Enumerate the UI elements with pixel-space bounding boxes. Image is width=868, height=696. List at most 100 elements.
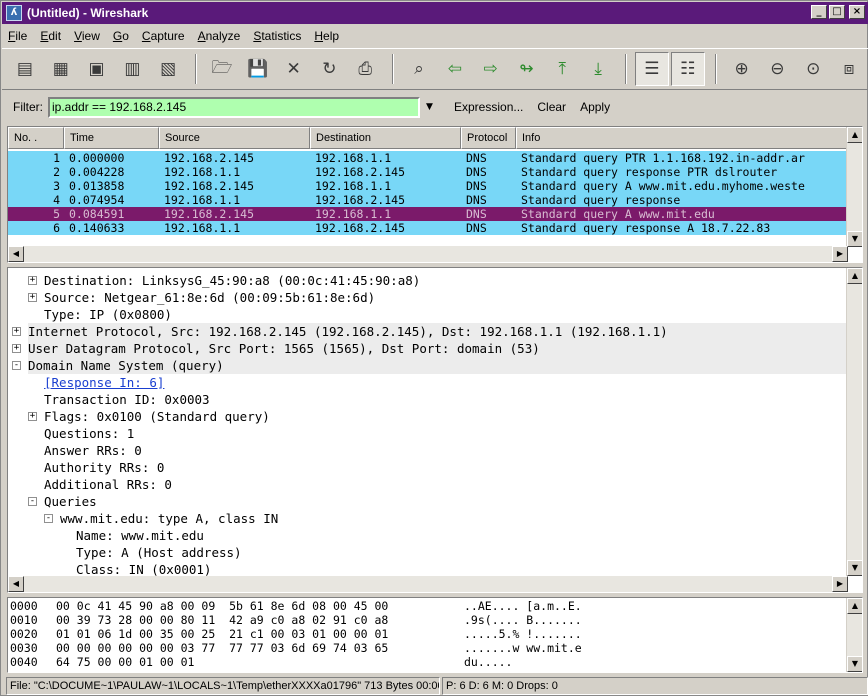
packet-row[interactable]: 4 0.074954 192.168.1.1 192.168.2.145 DNS Stan… [8, 193, 848, 207]
find-packet-button[interactable]: ⌕ [402, 52, 436, 86]
details-vscrollbar[interactable]: ▲ ▼ [846, 268, 862, 576]
close-window-button[interactable]: × [849, 5, 865, 19]
column-time[interactable]: Time [64, 127, 159, 149]
packet-row[interactable]: 6 0.140633 192.168.1.1 192.168.2.145 DNS Stan… [8, 221, 848, 235]
hex-row[interactable]: 0040 64 75 00 00 01 00 01 du..... [8, 656, 838, 669]
scroll-up-arrow-icon[interactable]: ▲ [847, 598, 862, 614]
start-capture-button[interactable]: ▣ [80, 52, 114, 86]
minimize-button[interactable]: _ [811, 5, 827, 19]
menu-statistics[interactable]: Statistics [253, 29, 301, 43]
expand-icon[interactable]: + [28, 276, 37, 285]
go-back-button[interactable]: ⇦ [438, 52, 472, 86]
packet-row[interactable]: 5 0.084591 192.168.2.145 192.168.1.1 DNS Stan… [8, 207, 848, 221]
detail-tree-item[interactable]: Queries [44, 493, 97, 510]
collapse-icon[interactable]: - [12, 361, 21, 370]
detail-tree-item[interactable]: Destination: LinksysG_45:90:a8 (00:0c:41… [44, 272, 420, 289]
detail-tree-item[interactable]: Flags: 0x0100 (Standard query) [44, 408, 270, 425]
packet-details-pane[interactable]: + Destination: LinksysG_45:90:a8 (00:0c:4… [7, 267, 863, 593]
detail-tree-item[interactable]: Questions: 1 [44, 425, 134, 442]
auto-scroll-button[interactable]: ☷ [670, 52, 705, 86]
details-hscrollbar[interactable]: ◀ ▶ [8, 576, 848, 592]
bytes-vscrollbar[interactable]: ▲ ▼ [846, 598, 862, 672]
menu-edit[interactable]: Edit [40, 29, 61, 43]
collapse-icon[interactable]: - [28, 497, 37, 506]
filter-dropdown-icon[interactable]: ▼ [426, 102, 440, 112]
detail-tree-item[interactable]: Type: A (Host address) [76, 544, 242, 561]
normal-size-button[interactable]: ⊙ [796, 52, 830, 86]
apply-filter-button[interactable]: Apply [580, 100, 610, 114]
go-forward-button[interactable]: ⇨ [474, 52, 508, 86]
packet-list-pane[interactable]: No. . Time Source Destination Protocol I… [7, 126, 863, 263]
cell-time: 0.000000 [69, 151, 125, 165]
colorize-button[interactable]: ☰ [635, 52, 669, 86]
restart-capture-button[interactable]: ▧ [151, 52, 185, 86]
detail-tree-item[interactable]: Internet Protocol, Src: 192.168.2.145 (1… [28, 323, 846, 340]
column-no[interactable]: No. . [8, 127, 64, 149]
go-to-packet-button[interactable]: ↬ [510, 52, 544, 86]
hex-row[interactable]: 0010 00 39 73 28 00 00 80 11 42 a9 c0 a8 … [8, 614, 838, 627]
open-file-button[interactable]: 🗁 [205, 52, 239, 86]
expand-icon[interactable]: + [28, 293, 37, 302]
go-last-button[interactable]: ⤓ [581, 52, 615, 86]
column-source[interactable]: Source [159, 127, 310, 149]
scroll-up-arrow-icon[interactable]: ▲ [847, 127, 862, 143]
maximize-button[interactable]: □ [829, 5, 845, 19]
menu-capture[interactable]: Capture [142, 29, 185, 43]
print-button[interactable]: ⎙ [348, 52, 382, 86]
zoom-out-button[interactable]: ⊖ [760, 52, 794, 86]
menu-go[interactable]: Go [113, 29, 129, 43]
column-info[interactable]: Info [516, 127, 848, 149]
detail-tree-item[interactable]: Transaction ID: 0x0003 [44, 391, 210, 408]
hex-row[interactable]: 0030 00 00 00 00 00 00 03 77 77 77 03 6d … [8, 642, 838, 655]
detail-tree-item[interactable]: Type: IP (0x0800) [44, 306, 172, 323]
stop-capture-button[interactable]: ▥ [115, 52, 149, 86]
packet-list-hscrollbar[interactable]: ◀ ▶ [8, 246, 848, 262]
expression-button[interactable]: Expression... [454, 100, 523, 114]
resize-columns-button[interactable]: ⧈ [832, 52, 866, 86]
scroll-right-arrow-icon[interactable]: ▶ [832, 246, 848, 262]
packet-row[interactable]: 1 0.000000 192.168.2.145 192.168.1.1 DNS Stan… [8, 151, 848, 165]
hex-row[interactable]: 0000 00 0c 41 45 90 a8 00 09 5b 61 8e 6d … [8, 600, 838, 613]
title-bar[interactable]: ʎ (Untitled) - Wireshark _ □ × [2, 2, 868, 24]
zoom-in-button[interactable]: ⊕ [725, 52, 759, 86]
interfaces-button[interactable]: ▤ [8, 52, 42, 86]
capture-options-button[interactable]: ▦ [44, 52, 78, 86]
clear-filter-button[interactable]: Clear [537, 100, 566, 114]
menu-view[interactable]: View [74, 29, 100, 43]
column-destination[interactable]: Destination [310, 127, 461, 149]
collapse-icon[interactable]: - [44, 514, 53, 523]
detail-tree-item[interactable]: Answer RRs: 0 [44, 442, 142, 459]
go-first-button[interactable]: ⤒ [545, 52, 579, 86]
scroll-up-arrow-icon[interactable]: ▲ [847, 268, 862, 284]
detail-tree-item[interactable]: Domain Name System (query) [28, 357, 846, 374]
scroll-left-arrow-icon[interactable]: ◀ [8, 576, 24, 592]
menu-analyze[interactable]: Analyze [198, 29, 241, 43]
packet-bytes-pane[interactable]: 0000 00 0c 41 45 90 a8 00 09 5b 61 8e 6d … [7, 597, 863, 673]
menu-file[interactable]: File [8, 29, 27, 43]
scroll-right-arrow-icon[interactable]: ▶ [832, 576, 848, 592]
close-file-button[interactable]: ✕ [277, 52, 311, 86]
expand-icon[interactable]: + [28, 412, 37, 421]
packet-row[interactable]: 3 0.013858 192.168.2.145 192.168.1.1 DNS Stan… [8, 179, 848, 193]
expand-icon[interactable]: + [12, 344, 21, 353]
save-file-button[interactable]: 💾 [241, 52, 275, 86]
scroll-down-arrow-icon[interactable]: ▼ [847, 560, 862, 576]
filter-input[interactable]: ip.addr == 192.168.2.145 [48, 96, 420, 118]
reload-button[interactable]: ↻ [313, 52, 347, 86]
scroll-down-arrow-icon[interactable]: ▼ [847, 231, 862, 247]
scroll-down-arrow-icon[interactable]: ▼ [847, 656, 862, 672]
detail-tree-item[interactable]: Source: Netgear_61:8e:6d (00:09:5b:61:8e… [44, 289, 375, 306]
packet-list-vscrollbar[interactable]: ▲ ▼ [846, 127, 862, 247]
detail-tree-item[interactable]: Additional RRs: 0 [44, 476, 172, 493]
detail-tree-item[interactable]: Name: www.mit.edu [76, 527, 204, 544]
response-in-link[interactable]: [Response In: 6] [44, 374, 164, 391]
detail-tree-item[interactable]: Authority RRs: 0 [44, 459, 164, 476]
menu-help[interactable]: Help [314, 29, 339, 43]
scroll-left-arrow-icon[interactable]: ◀ [8, 246, 24, 262]
detail-tree-item[interactable]: www.mit.edu: type A, class IN [60, 510, 278, 527]
packet-row[interactable]: 2 0.004228 192.168.1.1 192.168.2.145 DNS Stan… [8, 165, 848, 179]
column-protocol[interactable]: Protocol [461, 127, 516, 149]
hex-row[interactable]: 0020 01 01 06 1d 00 35 00 25 21 c1 00 03 … [8, 628, 838, 641]
detail-tree-item[interactable]: User Datagram Protocol, Src Port: 1565 (… [28, 340, 846, 357]
expand-icon[interactable]: + [12, 327, 21, 336]
